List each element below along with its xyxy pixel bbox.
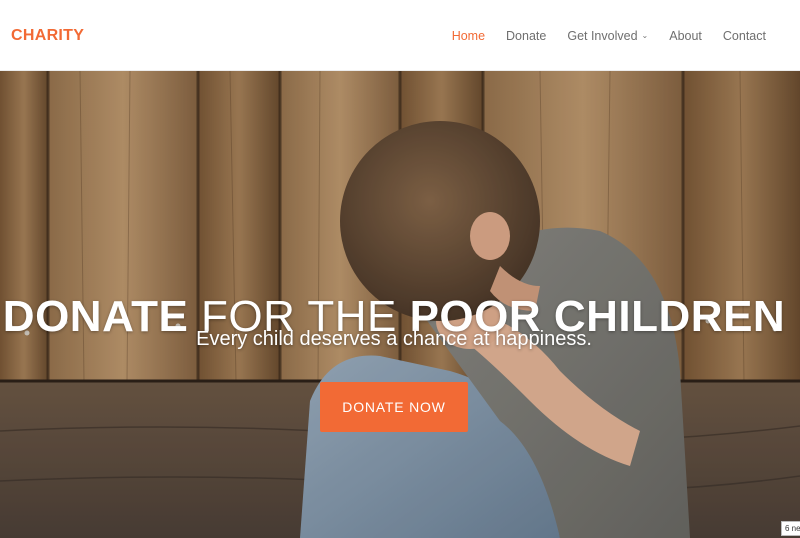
nav-about[interactable]: About (669, 29, 702, 43)
nav-donate[interactable]: Donate (506, 29, 546, 43)
hero-section: DONATE FOR THE POOR CHILDREN Every child… (0, 71, 800, 538)
nav-home[interactable]: Home (452, 29, 485, 43)
nav-get-involved-label: Get Involved (567, 29, 638, 43)
navbar: CHARITY Home Donate Get Involved ⌄ About… (0, 0, 800, 71)
main-nav: Home Donate Get Involved ⌄ About Contact (431, 29, 766, 43)
nav-get-involved[interactable]: Get Involved ⌄ (567, 29, 648, 43)
chevron-down-icon: ⌄ (641, 30, 649, 40)
nav-contact-label: Contact (722, 29, 766, 43)
hero-subtitle: Every child deserves a chance at happine… (196, 328, 592, 350)
page: CHARITY Home Donate Get Involved ⌄ About… (0, 0, 800, 538)
nav-home-label: Home (451, 29, 486, 43)
brand-logo[interactable]: CHARITY (11, 27, 84, 45)
donate-now-button[interactable]: DONATE NOW (320, 382, 468, 432)
nav-donate-label: Donate (506, 29, 547, 43)
nav-contact[interactable]: Contact (723, 29, 766, 43)
corner-badge: 6 ne (781, 521, 800, 536)
nav-about-label: About (669, 29, 702, 43)
